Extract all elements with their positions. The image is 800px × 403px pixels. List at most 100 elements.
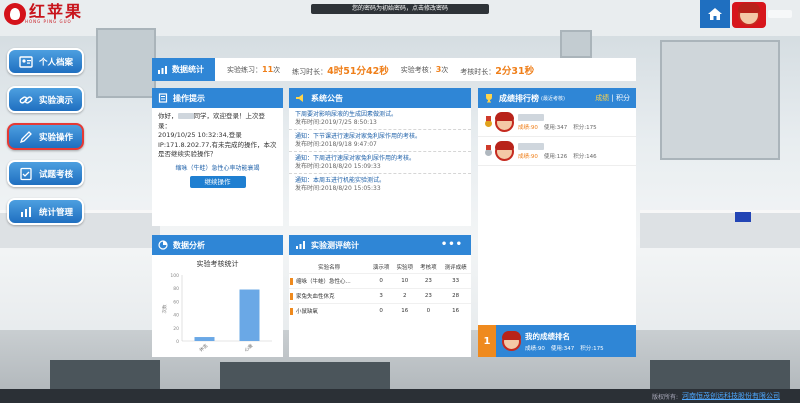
data-statistics-bar: 数据统计 实验练习：11次 练习时长：4时51分42秒 实验考核：3次 考核时长… xyxy=(152,58,636,81)
pencil-icon xyxy=(19,130,33,144)
demo-count: 3 xyxy=(369,288,393,304)
y-tick-label: 40 xyxy=(173,313,179,319)
y-tick-label: 80 xyxy=(173,286,179,292)
footer: 版权所有: 河南恒茂创远科技股份有限公司 xyxy=(0,389,800,403)
continue-operation-button[interactable]: 继续操作 xyxy=(189,176,246,188)
blurred-name xyxy=(518,142,544,150)
y-tick-label: 20 xyxy=(173,326,179,332)
panel-header: 成绩排行榜 (最近考核) 成绩 | 积分 xyxy=(478,88,636,108)
panel-title: 操作提示 xyxy=(173,93,205,103)
unit: 次 xyxy=(441,65,449,74)
pending-experiment-link[interactable]: 缩咏（牛蛙）急性心率功能衰竭 xyxy=(158,164,277,174)
usage: 使用:347 xyxy=(543,124,568,131)
tab-points[interactable]: 积分 xyxy=(616,94,630,102)
announcement-item[interactable]: 下周要对影响尿液的生成因素做测试。 发布时间:2019/7/25 8:50:13 xyxy=(289,108,471,130)
sidebar-item-exam[interactable]: 试题考核 xyxy=(7,160,84,187)
ranking-meta: 成绩:90 使用:347 积分:175 xyxy=(518,123,603,131)
y-tick-label: 60 xyxy=(173,299,179,305)
usage: 使用:126 xyxy=(543,153,568,160)
announcement-date: 发布时间:2018/8/20 15:05:33 xyxy=(295,185,381,192)
unit: 次 xyxy=(273,65,281,74)
operation-tips-panel: 操作提示 你好， 同学，欢迎登录！上次登录： 2019/10/25 10:32:3… xyxy=(152,88,283,226)
exam-count: 23 xyxy=(416,288,441,304)
id-card-icon xyxy=(19,55,33,69)
link-icon xyxy=(19,93,33,107)
table-row[interactable]: 缩咏（牛蛙）急性心... 0 10 23 33 xyxy=(289,273,471,289)
ranking-meta: 成绩:90 使用:126 积分:146 xyxy=(518,152,603,160)
usage: 使用:347 xyxy=(550,345,575,352)
my-rank-number: 1 xyxy=(478,325,496,357)
value: 2分31秒 xyxy=(495,65,535,77)
row-marker xyxy=(290,278,293,285)
blurred-name xyxy=(518,113,544,121)
panel-title: 数据分析 xyxy=(173,240,205,250)
announcement-text: 通知：下周进行速尿对家兔利尿作用的考核。 xyxy=(295,155,416,162)
pie-chart-icon xyxy=(158,240,168,250)
ranking-row[interactable]: 成绩:90 使用:126 积分:146 xyxy=(478,137,636,166)
more-options-icon[interactable]: ••• xyxy=(441,239,463,250)
login-ip-message: IP:171.8.202.77,有未完成的操作，本次是否继续实验操作？ xyxy=(158,140,277,159)
evaluation-stats-panel: 实验测评统计 ••• 实验名称 演示项 实验项 考核项 测评成绩 缩咏（牛蛙）急… xyxy=(289,235,471,357)
eval-score: 16 xyxy=(440,303,471,318)
panel-title: 成绩排行榜 xyxy=(499,93,539,103)
ranking-row[interactable]: 成绩:90 使用:347 积分:175 xyxy=(478,108,636,137)
password-notice[interactable]: 您的密码为初始密码，点击修改密码 xyxy=(311,4,489,14)
value: 4时51分42秒 xyxy=(327,65,389,77)
avatar-icon xyxy=(738,3,760,26)
panel-header: 系统公告 xyxy=(289,88,471,108)
points: 积分:175 xyxy=(573,124,597,131)
cabinet xyxy=(220,362,390,389)
name-text: 缩咏（牛蛙）急性心... xyxy=(296,279,351,285)
announcement-item[interactable]: 通知：下节课进行速尿对家兔利尿作用的考核。 发布时间:2018/9/18 9:4… xyxy=(289,130,471,152)
panel-header: 操作提示 xyxy=(152,88,283,108)
bar-chart-icon xyxy=(19,205,33,219)
tab-score[interactable]: 成绩 xyxy=(595,94,609,102)
label: 实验考核： xyxy=(400,65,436,74)
exp-count: 2 xyxy=(392,288,417,304)
system-announcement-panel: 系统公告 下周要对影响尿液的生成因素做测试。 发布时间:2019/7/25 8:… xyxy=(289,88,471,226)
score: 成绩:90 xyxy=(518,124,538,131)
experiment-name: 缩咏（牛蛙）急性心... xyxy=(289,273,370,289)
column-header: 考核项 xyxy=(420,265,437,271)
eval-score: 28 xyxy=(440,288,471,304)
sidebar-item-label: 实验演示 xyxy=(39,95,74,106)
score: 成绩:90 xyxy=(518,153,538,160)
evaluation-table: 实验名称 演示项 实验项 考核项 测评成绩 缩咏（牛蛙）急性心... 0 10 … xyxy=(289,261,471,318)
panel-title: 实验测评统计 xyxy=(311,240,359,250)
my-rank-bar[interactable]: 1 我的成绩排名 成绩:90 使用:347 积分:175 xyxy=(478,325,636,357)
brand-subtitle: HONG PING GUO xyxy=(25,19,72,24)
sidebar-item-label: 试题考核 xyxy=(39,169,74,180)
sidebar-item-statistics[interactable]: 统计管理 xyxy=(7,198,84,225)
table-row[interactable]: 小鼠缺氧 0 16 0 16 xyxy=(289,303,471,318)
label: 实验练习： xyxy=(227,65,262,74)
sidebar-item-operation[interactable]: 实验操作 xyxy=(7,123,84,150)
label: 考核时长： xyxy=(460,67,496,76)
company-link[interactable]: 河南恒茂创远科技股份有限公司 xyxy=(682,391,780,401)
table-header-row: 实验名称 演示项 实验项 考核项 测评成绩 xyxy=(289,261,471,274)
exp-count: 10 xyxy=(392,273,417,289)
sidebar-item-demo[interactable]: 实验演示 xyxy=(7,86,84,113)
announcement-text: 通知：本周五进行机能实验测试。 xyxy=(295,177,386,184)
avatar xyxy=(495,140,514,161)
table-row[interactable]: 家兔失血性休克 3 2 23 28 xyxy=(289,288,471,304)
practice-count: 实验练习：11次 xyxy=(227,65,280,75)
document-icon xyxy=(158,93,168,103)
stats-title-text: 数据统计 xyxy=(172,65,204,74)
avatar xyxy=(495,111,514,132)
announcement-item[interactable]: 通知：本周五进行机能实验测试。 发布时间:2018/8/20 15:05:33 xyxy=(289,174,471,195)
brand-logo[interactable]: 红苹果 xyxy=(4,3,83,29)
points: 积分:146 xyxy=(573,153,597,160)
label: 练习时长： xyxy=(292,67,328,76)
cabinet xyxy=(650,360,790,389)
user-avatar[interactable] xyxy=(732,2,766,28)
chart-bar xyxy=(239,289,260,341)
announcement-text: 通知：下节课进行速尿对家兔利尿作用的考核。 xyxy=(295,133,422,140)
announcement-item[interactable]: 通知：下周进行速尿对家兔利尿作用的考核。 发布时间:2018/8/20 15:0… xyxy=(289,152,471,174)
panel-header: 数据分析 xyxy=(152,235,283,255)
exam-time: 考核时长：2分31秒 xyxy=(460,63,534,77)
announcement-date: 发布时间:2018/8/20 15:09:33 xyxy=(295,163,381,170)
demo-count: 0 xyxy=(369,303,393,318)
sidebar-item-label: 个人档案 xyxy=(39,57,74,68)
home-button[interactable] xyxy=(700,0,730,28)
sidebar-item-profile[interactable]: 个人档案 xyxy=(7,48,84,75)
